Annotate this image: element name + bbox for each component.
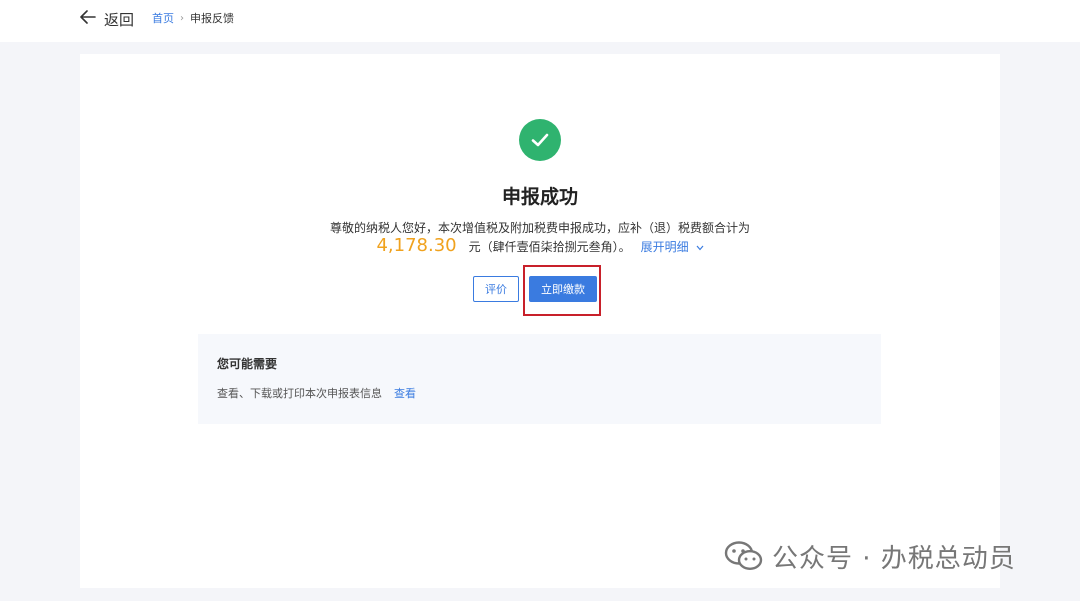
pay-now-button[interactable]: 立即缴款 xyxy=(529,276,597,302)
tax-amount: 4,178.30 xyxy=(376,235,457,256)
review-button[interactable]: 评价 xyxy=(473,276,519,302)
arrow-left-icon xyxy=(80,10,96,28)
watermark: 公众号 · 办税总动员 xyxy=(724,538,1016,575)
top-bar: 返回 首页 › 申报反馈 xyxy=(0,0,1080,42)
result-title: 申报成功 xyxy=(501,186,578,208)
result-message: 尊敬的纳税人您好，本次增值税及附加税费申报成功，应补（退）税费额合计为 xyxy=(329,221,750,235)
success-check-icon xyxy=(519,119,561,161)
expand-details-link[interactable]: 展开明细 xyxy=(641,238,704,255)
result-card: 申报成功 尊敬的纳税人您好，本次增值税及附加税费申报成功，应补（退）税费额合计为… xyxy=(80,54,1000,588)
chevron-down-icon xyxy=(693,244,704,254)
breadcrumb-home-link[interactable]: 首页 xyxy=(152,10,174,26)
amount-in-words: 元（肆仟壹佰柒拾捌元叁角）。 xyxy=(468,240,631,254)
amount-line: 4,178.30 元（肆仟壹佰柒拾捌元叁角）。 展开明细 xyxy=(80,235,1000,256)
back-label: 返回 xyxy=(104,10,135,29)
maybe-need-item: 查看、下载或打印本次申报表信息 查看 xyxy=(217,385,416,401)
maybe-need-title: 您可能需要 xyxy=(217,357,278,371)
back-button[interactable]: 返回 xyxy=(80,6,134,32)
maybe-need-panel: 您可能需要 查看、下载或打印本次申报表信息 查看 xyxy=(198,334,881,424)
breadcrumb-current: 申报反馈 xyxy=(190,12,234,25)
breadcrumb: 首页 › 申报反馈 xyxy=(152,10,234,26)
wechat-icon xyxy=(724,540,763,570)
watermark-text: 公众号 · 办税总动员 xyxy=(772,544,1016,574)
view-declaration-link[interactable]: 查看 xyxy=(394,385,416,401)
maybe-need-item-text: 查看、下载或打印本次申报表信息 xyxy=(217,387,382,400)
expand-details-label: 展开明细 xyxy=(640,240,689,254)
breadcrumb-separator: › xyxy=(180,12,184,24)
